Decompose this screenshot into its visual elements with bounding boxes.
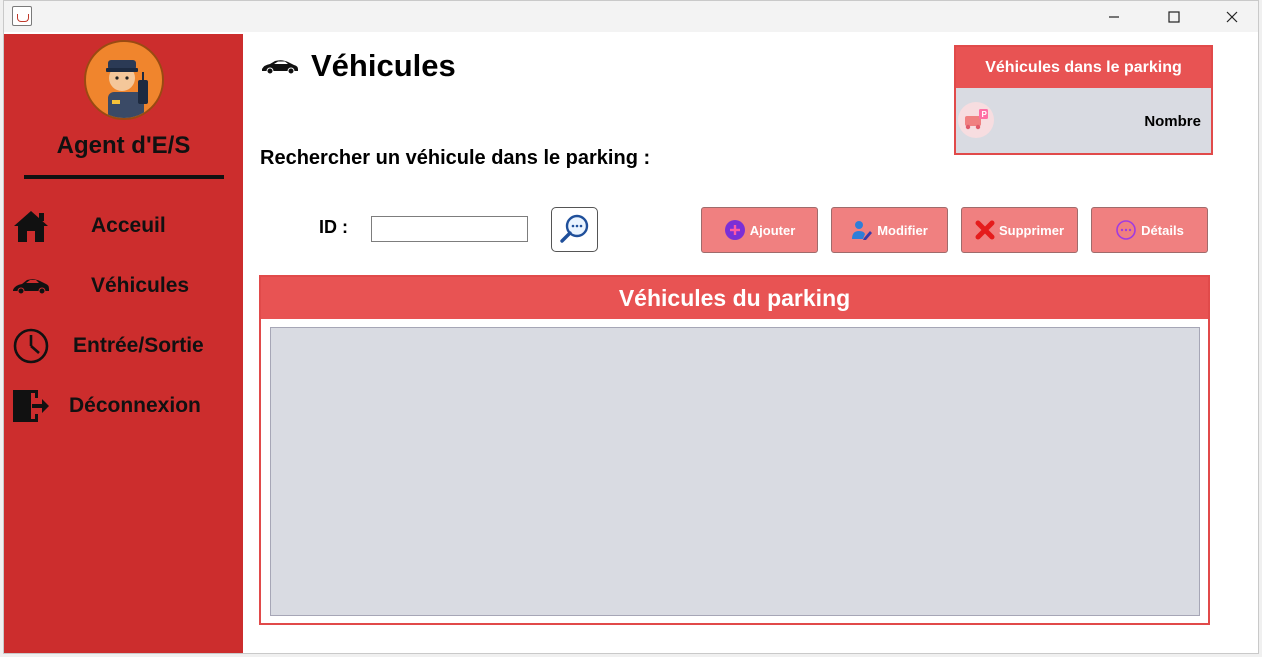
search-button[interactable] xyxy=(551,207,598,252)
parking-car-icon: P xyxy=(958,102,994,138)
id-label: ID : xyxy=(319,217,348,237)
maximize-icon xyxy=(1168,10,1180,23)
magnifier-icon xyxy=(560,214,589,243)
java-app-icon xyxy=(12,6,32,26)
delete-button[interactable]: Supprimer xyxy=(961,207,1078,253)
logout-door-icon xyxy=(13,390,49,422)
svg-text:P: P xyxy=(982,110,988,119)
sidebar-item-label: Déconnexion xyxy=(69,394,201,417)
agent-title: Agent d'E/S xyxy=(56,132,191,159)
delete-button-label: Supprimer xyxy=(998,222,1064,238)
sidebar-item-label: Acceuil xyxy=(91,214,166,237)
agent-avatar xyxy=(84,40,164,120)
vehicle-count-title: Véhicules dans le parking xyxy=(956,47,1211,88)
vehicles-table[interactable] xyxy=(270,327,1200,616)
sidebar-item-deconnexion[interactable]: Déconnexion xyxy=(4,384,243,428)
modify-button[interactable]: Modifier xyxy=(831,207,948,253)
close-icon xyxy=(1226,11,1238,22)
car-icon xyxy=(262,60,298,75)
x-mark-icon xyxy=(975,220,995,240)
sidebar-item-entree-sortie[interactable]: Entrée/Sortie xyxy=(4,324,243,368)
minimize-icon xyxy=(1109,15,1119,18)
ellipsis-circle-icon xyxy=(1116,220,1136,240)
maximize-button[interactable] xyxy=(1151,1,1197,32)
modify-button-label: Modifier xyxy=(877,222,928,238)
sidebar-item-label: Entrée/Sortie xyxy=(73,334,204,357)
minimize-button[interactable] xyxy=(1091,1,1137,32)
search-prompt: Rechercher un véhicule dans le parking : xyxy=(260,147,651,169)
agent-divider xyxy=(24,175,224,179)
vehicle-count-card: Véhicules dans le parking P Nombre xyxy=(954,45,1213,155)
close-button[interactable] xyxy=(1209,1,1255,32)
vehicle-count-label: Nombre xyxy=(1144,113,1201,130)
details-button[interactable]: Détails xyxy=(1091,207,1208,253)
details-button-label: Détails xyxy=(1141,222,1184,238)
car-icon xyxy=(13,279,49,295)
clock-icon xyxy=(13,328,49,364)
sidebar-item-vehicules[interactable]: Véhicules xyxy=(4,264,243,308)
vehicles-table-panel: Véhicules du parking xyxy=(259,275,1210,625)
add-button-label: Ajouter xyxy=(749,222,796,238)
title-bar xyxy=(4,1,1258,32)
app-window: Agent d'E/S Acceuil Véhicules Entrée/Sor… xyxy=(3,0,1259,654)
vehicles-table-title: Véhicules du parking xyxy=(261,277,1208,319)
user-edit-icon xyxy=(852,221,873,240)
page-title: Véhicules xyxy=(311,48,456,83)
sidebar-item-acceuil[interactable]: Acceuil xyxy=(4,204,243,248)
plus-circle-icon xyxy=(724,220,745,240)
add-button[interactable]: Ajouter xyxy=(701,207,818,253)
sidebar-item-label: Véhicules xyxy=(91,274,190,297)
home-icon xyxy=(14,211,48,242)
sidebar: Agent d'E/S Acceuil Véhicules Entrée/Sor… xyxy=(4,34,243,653)
security-agent-icon xyxy=(106,60,148,118)
id-search-input[interactable] xyxy=(371,216,528,242)
